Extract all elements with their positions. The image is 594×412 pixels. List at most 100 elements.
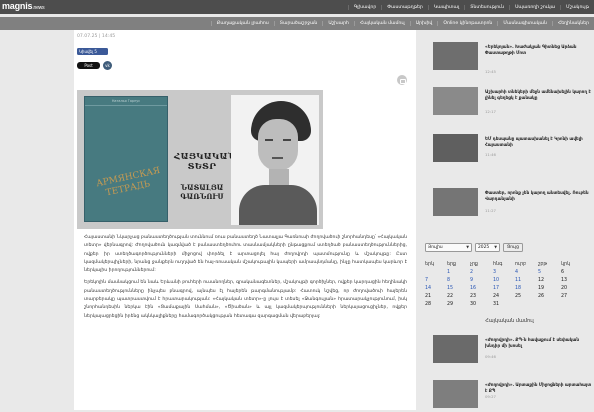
news-thumbnail[interactable] xyxy=(433,42,478,70)
sidebar: «Երեկոյան». Խաժակյան Գիտնեց Արձան Փաստաթ… xyxy=(425,30,594,410)
calendar-week-row: 123456 xyxy=(425,270,575,278)
sidebar-news-item[interactable]: «Ժողովրդի»․ Արտաքին Միջոցների արտահայտ է… xyxy=(431,380,591,412)
sub-nav-item[interactable]: Արխիվ xyxy=(409,21,438,26)
calendar-weekday: հնգ xyxy=(493,262,503,267)
calendar-day[interactable]: 16 xyxy=(470,286,492,291)
calendar-weekday: երկ xyxy=(425,262,435,267)
section-title: Հայկական մամուլ xyxy=(485,318,534,324)
camera-icon xyxy=(397,75,407,85)
top-nav-item[interactable]: Սպառողի շուկա xyxy=(509,4,560,10)
sub-nav-item[interactable]: Online կինոթատրոն xyxy=(437,21,497,26)
calendar-day: 6 xyxy=(561,270,565,275)
calendar-day[interactable]: 18 xyxy=(515,286,537,291)
sub-navbar: Քաղաքական լրահոս Տարածաշրջան Աշխարհ Հայկ… xyxy=(0,17,594,30)
news-thumbnail[interactable] xyxy=(433,134,478,162)
news-title[interactable]: Աշխարհի տնեկերի մեջն ամենախելին կարող է … xyxy=(485,89,593,100)
portrait-eye xyxy=(283,139,291,141)
sub-nav-item[interactable]: Քաղաքական լրահոս xyxy=(210,21,274,26)
article-content: 07.07.25 | 14:45 Կիսվել 5 Post vk Наталь… xyxy=(74,30,416,410)
news-time: 09:27 xyxy=(485,394,496,399)
top-nav: Գլխավոր Փաստաթղթեր Կապիտալ Տնտեսություն … xyxy=(347,0,594,14)
sidebar-news-item[interactable]: Փաստեր, որոնք չեն կարող անտեսվել. Ռուբեն… xyxy=(431,188,591,220)
book-title: АРМЯНСКАЯ ТЕТРАДЬ xyxy=(95,165,162,199)
news-time: 12:17 xyxy=(485,109,496,114)
portrait-eye xyxy=(265,139,273,141)
top-nav-item[interactable]: Կապիտալ xyxy=(427,4,464,10)
calendar-day: 26 xyxy=(538,294,545,299)
calendar-day[interactable]: 2 xyxy=(470,270,492,275)
calendar-day[interactable]: 5 xyxy=(538,270,560,275)
calendar-week-row: 14 15 16 17 18 19 20 xyxy=(425,286,575,294)
hero-title-line: ՏԵՏՐ xyxy=(187,162,217,172)
author-portrait xyxy=(231,95,319,225)
news-thumbnail[interactable] xyxy=(433,335,478,363)
vk-share-button[interactable]: vk xyxy=(103,61,112,70)
top-navbar: magnis.news Գլխավոր Փաստաթղթեր Կապիտալ Տ… xyxy=(0,0,594,14)
news-time: 11:27 xyxy=(485,208,496,213)
calendar-week-row: 21 22 23 24 25 26 27 xyxy=(425,294,575,302)
calendar-weekday: ուրբ xyxy=(515,262,527,267)
calendar-day[interactable]: 1 xyxy=(447,270,469,275)
news-title[interactable]: «Ժողովրդի»․ ՔՊ-ն հավաքում է սեփական խնդի… xyxy=(485,337,593,348)
sub-nav-item[interactable]: Աշխարհ xyxy=(322,21,354,26)
news-time: 12:45 xyxy=(485,69,496,74)
year-select[interactable]: 2025 ▼ xyxy=(475,243,500,252)
hero-title-block: ՀԱՅԿԱԿԱՆ ՏԵՏՐ ՆԱՏԱԼՅԱ ԳԱՌՆՈՒՍ xyxy=(174,152,236,201)
sidebar-news-item[interactable]: «Երեկոյան». Խաժակյան Գիտնեց Արձան Փաստաթ… xyxy=(431,42,591,74)
sub-nav-item[interactable]: Տարածաշրջան xyxy=(273,21,323,26)
news-title[interactable]: «Երեկոյան». Խաժակյան Գիտնեց Արձան Փաստաթ… xyxy=(485,44,593,55)
calendar-weekday: չրք xyxy=(470,262,479,267)
calendar-day[interactable]: 10 xyxy=(493,278,515,283)
hero-author-line: ԳԱՌՆՈՒՍ xyxy=(180,192,224,201)
calendar-day: 22 xyxy=(447,294,454,299)
calendar-day[interactable]: 4 xyxy=(515,270,537,275)
sidebar-news-item[interactable]: «Ժողովրդի»․ ՔՊ-ն հավաքում է սեփական խնդի… xyxy=(431,335,591,367)
sub-nav-item[interactable]: Մասնագիտական xyxy=(497,21,552,26)
news-time: 11:46 xyxy=(485,152,496,157)
top-nav-item[interactable]: Փաստաթղթեր xyxy=(381,4,428,10)
top-nav-item[interactable]: Մշակույթ xyxy=(560,4,594,10)
calendar-day[interactable]: 11 xyxy=(515,278,537,283)
news-thumbnail[interactable] xyxy=(433,380,478,408)
calendar-day: 31 xyxy=(493,302,500,307)
sidebar-news-item[interactable]: ԵՄ դեսպանը պատասխանել է Կրոնի ավելի Հայա… xyxy=(431,134,591,166)
news-time: 09:46 xyxy=(485,354,496,359)
calendar-day: 19 xyxy=(538,286,545,291)
calendar-day: 27 xyxy=(561,294,568,299)
month-select[interactable]: Յուլիս ▼ xyxy=(425,243,472,252)
portrait-body xyxy=(239,185,317,225)
news-title[interactable]: Փաստեր, որոնք չեն կարող անտեսվել. Ռուբեն… xyxy=(485,190,593,201)
calendar-day[interactable]: 17 xyxy=(493,286,515,291)
facebook-share-button[interactable]: Կիսվել 5 xyxy=(77,48,108,55)
news-thumbnail[interactable] xyxy=(433,188,478,216)
calendar-day[interactable]: 8 xyxy=(447,278,469,283)
calendar-week-row: 7 8 9 10 11 12 13 xyxy=(425,278,575,286)
news-thumbnail[interactable] xyxy=(433,87,478,115)
show-button[interactable]: Ցույց xyxy=(503,243,523,252)
calendar-weekday: կրկ xyxy=(561,262,571,267)
sidebar-news-item[interactable]: Աշխարհի տնեկերի մեջն ամենախելին կարող է … xyxy=(431,87,591,119)
article-hero-image: Наталья Гарнус АРМЯНСКАЯ ТЕТРАДЬ ՀԱՅԿԱԿԱ… xyxy=(77,90,323,229)
news-title[interactable]: «Ժողովրդի»․ Արտաքին Միջոցների արտահայտ է… xyxy=(485,382,593,393)
sub-nav-item[interactable]: Հեղինակներ xyxy=(551,21,594,26)
calendar-day[interactable]: 15 xyxy=(447,286,469,291)
calendar-day[interactable]: 9 xyxy=(470,278,492,283)
top-nav-item[interactable]: Տնտեսություն xyxy=(464,4,509,10)
hero-title-line: ՀԱՅԿԱԿԱՆ xyxy=(174,152,236,162)
calendar-weekday-row: երկ երք չրք հնգ ուրբ շբթ կրկ xyxy=(425,262,575,270)
hero-author-line: ՆԱՏԱԼՅԱ xyxy=(180,183,224,192)
calendar-day[interactable]: 3 xyxy=(493,270,515,275)
calendar-day[interactable]: 14 xyxy=(425,286,447,291)
site-logo[interactable]: magnis.news xyxy=(2,1,45,11)
calendar-day: 23 xyxy=(470,294,477,299)
calendar-day[interactable]: 7 xyxy=(425,278,447,283)
chevron-down-icon: ▼ xyxy=(494,245,497,249)
article-paragraph: Երեկոյին մասնակցում են նաև Երևանի բուհեր… xyxy=(84,280,407,319)
news-title[interactable]: ԵՄ դեսպանը պատասխանել է Կրոնի ավելի Հայա… xyxy=(485,136,593,147)
sub-nav-item[interactable]: Հայկական մամուլ xyxy=(353,21,410,26)
top-nav-item[interactable]: Գլխավոր xyxy=(347,4,381,10)
calendar-week-row: 28 29 30 31 xyxy=(425,302,575,310)
sub-nav: Քաղաքական լրահոս Տարածաշրջան Աշխարհ Հայկ… xyxy=(210,17,594,30)
calendar-day: 13 xyxy=(561,278,568,283)
x-post-button[interactable]: Post xyxy=(77,62,100,69)
